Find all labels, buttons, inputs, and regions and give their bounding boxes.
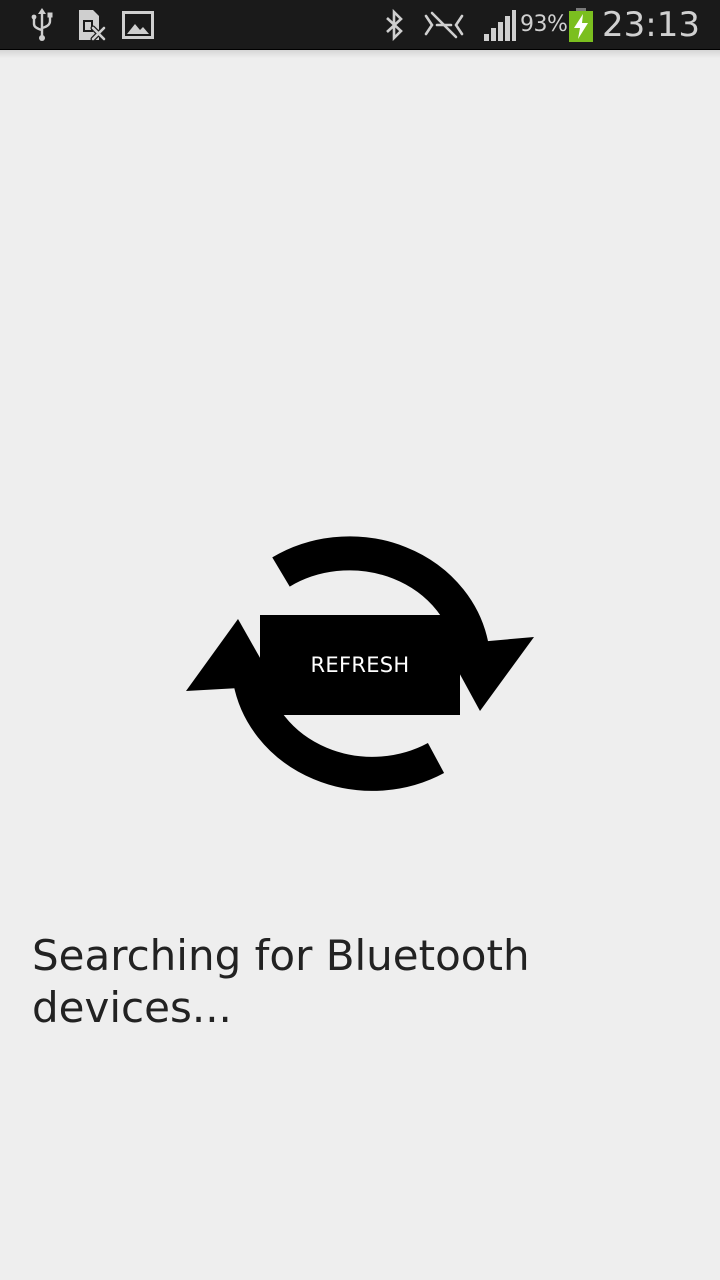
no-signal-icon [423, 0, 465, 50]
signal-strength-icon [483, 0, 517, 50]
refresh-button[interactable]: REFRESH [260, 615, 460, 715]
bluetooth-icon [384, 0, 406, 50]
status-bar-shadow [0, 50, 720, 58]
usb-icon [30, 0, 54, 50]
battery-charging-icon [568, 0, 594, 50]
battery-percentage: 93% [520, 12, 568, 37]
clock: 23:13 [602, 5, 700, 45]
image-icon [122, 0, 154, 50]
status-message: Searching for Bluetooth devices... [32, 931, 530, 1032]
status-bar: 93% 23:13 [0, 0, 720, 58]
sim-card-missing-icon [77, 0, 107, 50]
